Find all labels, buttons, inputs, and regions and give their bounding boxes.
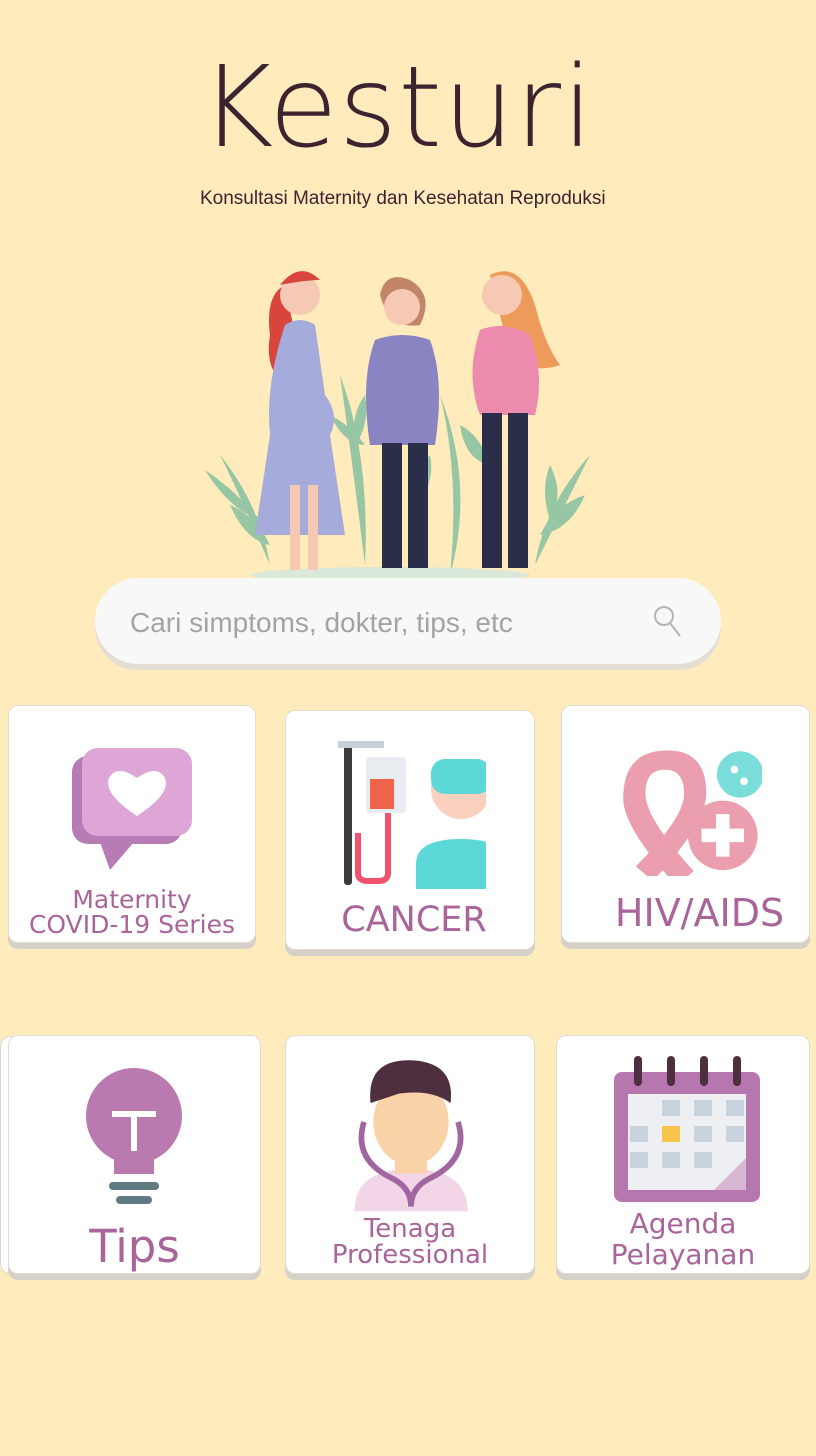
agenda-label-line2: Pelayanan — [610, 1238, 756, 1271]
app-title: Kesturi — [200, 43, 595, 173]
iv-drip-patient-icon — [338, 741, 486, 889]
agenda-label-line1: Agenda — [629, 1207, 737, 1240]
menu-card-cancer[interactable]: CANCER — [285, 710, 535, 950]
cancer-label: CANCER — [341, 900, 487, 940]
hero-illustration — [205, 271, 590, 583]
calendar-icon — [614, 1056, 760, 1202]
professional-label-line2: Professional — [331, 1240, 489, 1270]
heart-chat-icon — [72, 748, 192, 870]
doctor-icon — [354, 1060, 468, 1212]
search-bar[interactable] — [95, 578, 721, 664]
maternity-label-line1: Maternity — [72, 885, 192, 914]
lightbulb-icon — [86, 1068, 182, 1204]
awareness-ribbon-icon — [623, 750, 762, 876]
menu-card-tips[interactable]: Tips — [8, 1035, 261, 1274]
app-subtitle: Konsultasi Maternity dan Kesehatan Repro… — [200, 188, 606, 209]
tips-label: Tips — [89, 1220, 180, 1273]
menu-card-hiv[interactable]: HIV/AIDS — [561, 705, 810, 943]
menu-card-agenda[interactable]: Agenda Pelayanan — [556, 1035, 810, 1274]
professional-label-line1: Tenaga — [363, 1214, 457, 1244]
hiv-label: HIV/AIDS — [614, 891, 785, 935]
search-icon[interactable] — [652, 604, 682, 638]
maternity-label-line2: COVID-19 Series — [28, 910, 236, 939]
menu-card-maternity[interactable]: Maternity COVID-19 Series — [8, 705, 256, 943]
menu-card-professional[interactable]: Tenaga Professional — [285, 1035, 535, 1274]
search-input[interactable] — [128, 602, 632, 644]
